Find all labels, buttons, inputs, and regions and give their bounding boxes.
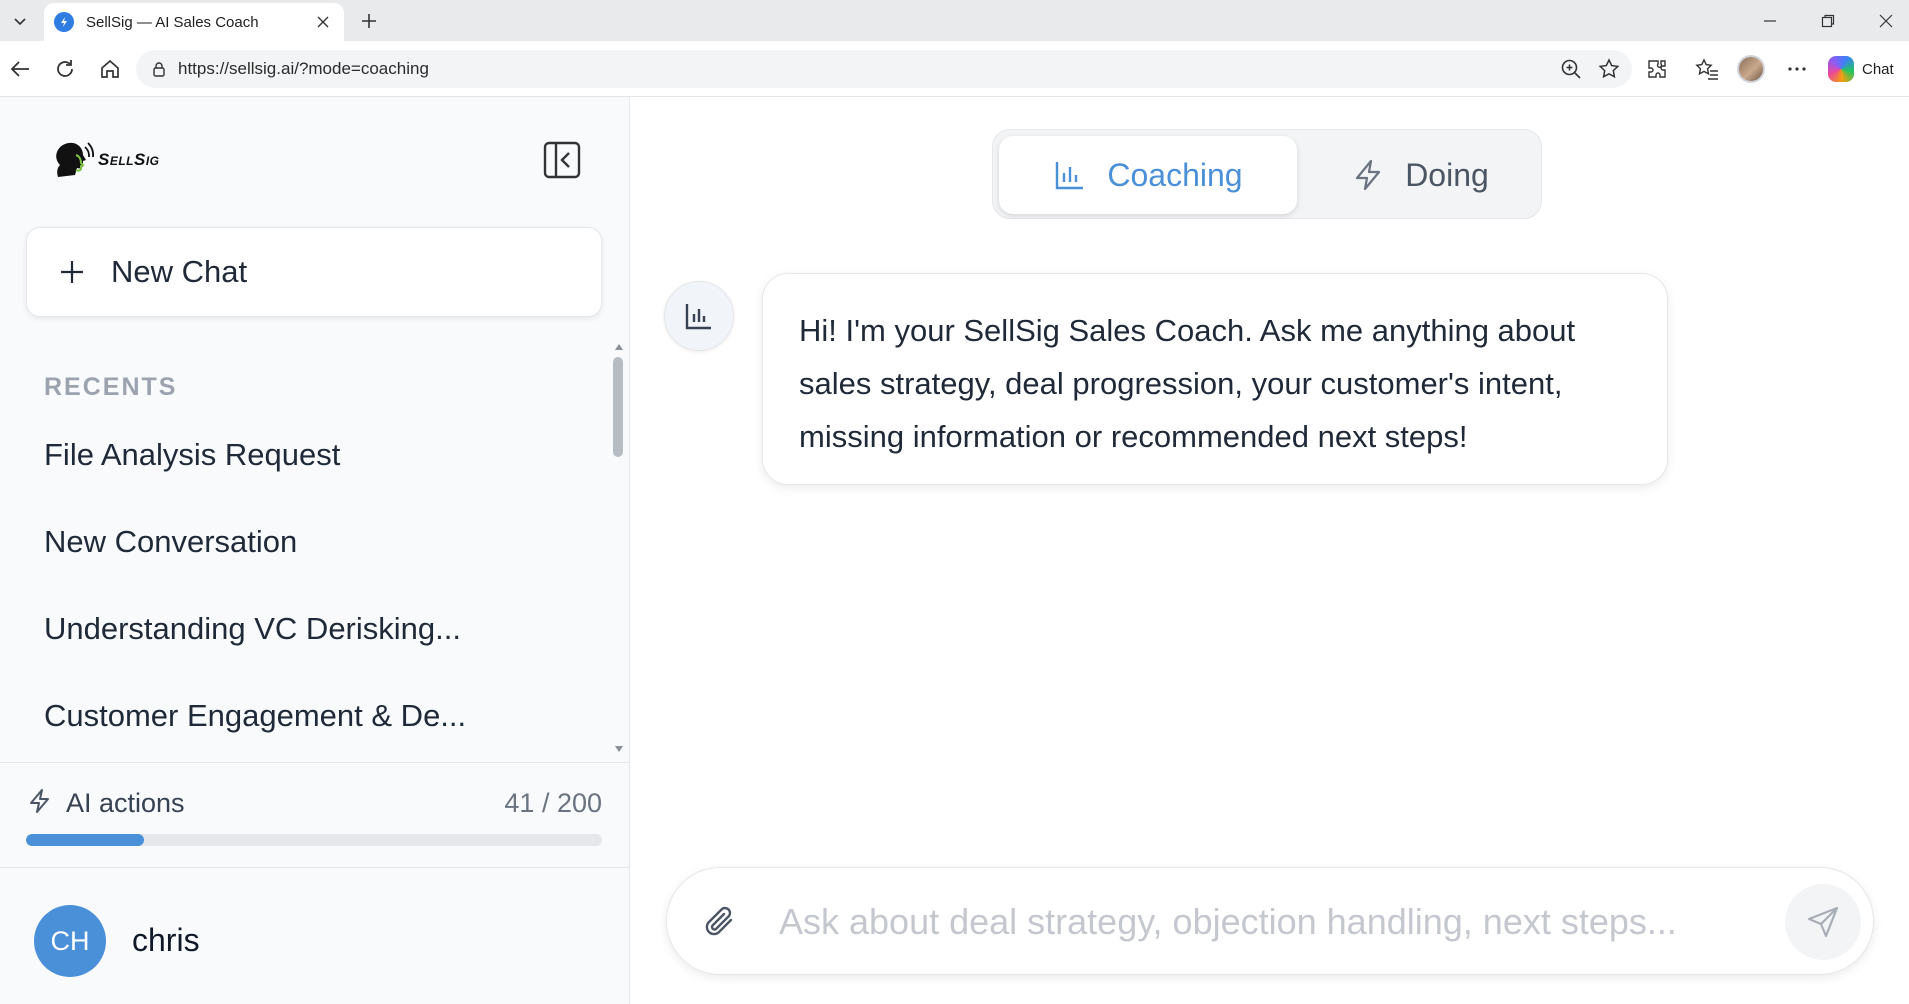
lightning-icon <box>26 787 54 815</box>
copilot-icon <box>1828 56 1854 82</box>
triangle-up-icon <box>615 344 623 350</box>
browser-tab-strip: SellSig — AI Sales Coach <box>0 0 1909 41</box>
favorites-button[interactable] <box>1692 54 1722 84</box>
sellsig-logo[interactable]: SellSig <box>48 137 160 183</box>
coaching-mode-label: Coaching <box>1107 156 1243 193</box>
plus-icon <box>362 14 376 28</box>
favorite-button[interactable] <box>1594 54 1624 84</box>
triangle-down-icon <box>615 746 623 752</box>
arrow-left-icon <box>10 61 29 77</box>
message-composer <box>666 867 1874 975</box>
scroll-up-arrow[interactable] <box>613 341 625 353</box>
tab-list-dropdown-button[interactable] <box>8 9 32 33</box>
doing-mode-label: Doing <box>1405 156 1489 193</box>
coach-avatar <box>664 281 734 351</box>
send-icon <box>1807 906 1839 938</box>
restore-window-button[interactable] <box>1806 6 1850 36</box>
star-icon <box>1598 58 1620 79</box>
settings-more-button[interactable] <box>1782 54 1812 84</box>
plus-icon <box>57 257 87 287</box>
close-window-button[interactable] <box>1864 6 1908 36</box>
mode-toggle: Coaching Doing <box>992 129 1542 219</box>
recents-header: RECENTS <box>44 373 178 401</box>
chevron-down-icon <box>14 18 26 26</box>
user-name: chris <box>132 922 200 958</box>
bar-chart-icon <box>685 304 711 330</box>
recent-chat-item[interactable]: Customer Engagement & De... <box>44 672 604 759</box>
send-message-button[interactable] <box>1785 884 1861 960</box>
sidebar: SellSig New Chat RECENTS File Analysis R… <box>0 97 630 1004</box>
reload-icon <box>57 60 73 77</box>
attach-file-button[interactable] <box>699 900 743 944</box>
copilot-label: Chat <box>1862 60 1894 78</box>
scroll-down-arrow[interactable] <box>613 743 625 755</box>
recent-chat-item[interactable]: File Analysis Request <box>44 411 604 498</box>
minimize-window-button[interactable] <box>1748 6 1792 36</box>
sellsig-app: SellSig New Chat RECENTS File Analysis R… <box>0 97 1909 1004</box>
user-avatar: CH <box>34 905 106 977</box>
doing-mode-button[interactable]: Doing <box>1303 136 1537 214</box>
profile-button[interactable] <box>1736 54 1766 84</box>
ai-actions-progress-fill <box>26 834 145 846</box>
ai-actions-label: AI actions <box>66 788 185 818</box>
home-icon <box>101 59 119 78</box>
more-horizontal-icon <box>1788 67 1806 71</box>
lock-icon <box>150 60 168 78</box>
tab-title: SellSig — AI Sales Coach <box>86 13 259 31</box>
chat-message-input[interactable] <box>779 894 1729 950</box>
recent-chat-item[interactable]: New Conversation <box>44 498 604 585</box>
zoom-in-icon <box>1561 59 1581 79</box>
restore-icon <box>1821 14 1835 28</box>
new-tab-button[interactable] <box>356 8 382 34</box>
bar-chart-icon <box>1053 158 1087 192</box>
favorites-list-icon <box>1695 58 1718 80</box>
sellsig-head-logo-icon <box>56 142 94 177</box>
puzzle-icon <box>1648 60 1666 78</box>
close-icon <box>1879 14 1893 28</box>
profile-avatar <box>1737 55 1765 83</box>
user-profile[interactable]: CH chris <box>0 868 629 1004</box>
browser-toolbar: https://sellsig.ai/?mode=coaching Chat <box>0 41 1909 97</box>
browser-tab-active[interactable]: SellSig — AI Sales Coach <box>44 3 344 41</box>
assistant-message: Hi! I'm your SellSig Sales Coach. Ask me… <box>762 273 1668 485</box>
tab-close-button[interactable] <box>312 11 334 33</box>
url-text: https://sellsig.ai/?mode=coaching <box>178 59 429 78</box>
ai-actions-progress-bar <box>26 834 602 846</box>
logo-text: SellSig <box>98 150 160 169</box>
minimize-icon <box>1764 20 1776 22</box>
reload-button[interactable] <box>51 55 79 83</box>
recent-chat-item[interactable]: Understanding VC Derisking... <box>44 585 604 672</box>
coaching-mode-button[interactable]: Coaching <box>999 136 1297 214</box>
chat-main: Coaching Doing Hi! I'm your SellSig Sale… <box>630 97 1909 1004</box>
back-button[interactable] <box>6 55 34 83</box>
new-chat-button[interactable]: New Chat <box>26 227 602 317</box>
sellsig-favicon-icon <box>54 12 74 32</box>
extensions-button[interactable] <box>1642 54 1672 84</box>
collapse-sidebar-button[interactable] <box>542 140 582 180</box>
ai-actions-count: 41 / 200 <box>504 788 602 818</box>
home-button[interactable] <box>96 55 124 83</box>
address-bar[interactable]: https://sellsig.ai/?mode=coaching <box>136 50 1632 88</box>
lightning-icon <box>1351 158 1385 192</box>
sidebar-collapse-icon <box>543 141 581 179</box>
zoom-button[interactable] <box>1556 54 1586 84</box>
close-icon <box>317 16 329 28</box>
copilot-chat-button[interactable]: Chat <box>1828 53 1894 85</box>
ai-actions-usage: AI actions 41 / 200 <box>0 762 629 868</box>
new-chat-label: New Chat <box>111 254 248 289</box>
paperclip-icon <box>705 906 733 936</box>
recents-scrollbar-thumb[interactable] <box>613 357 623 457</box>
